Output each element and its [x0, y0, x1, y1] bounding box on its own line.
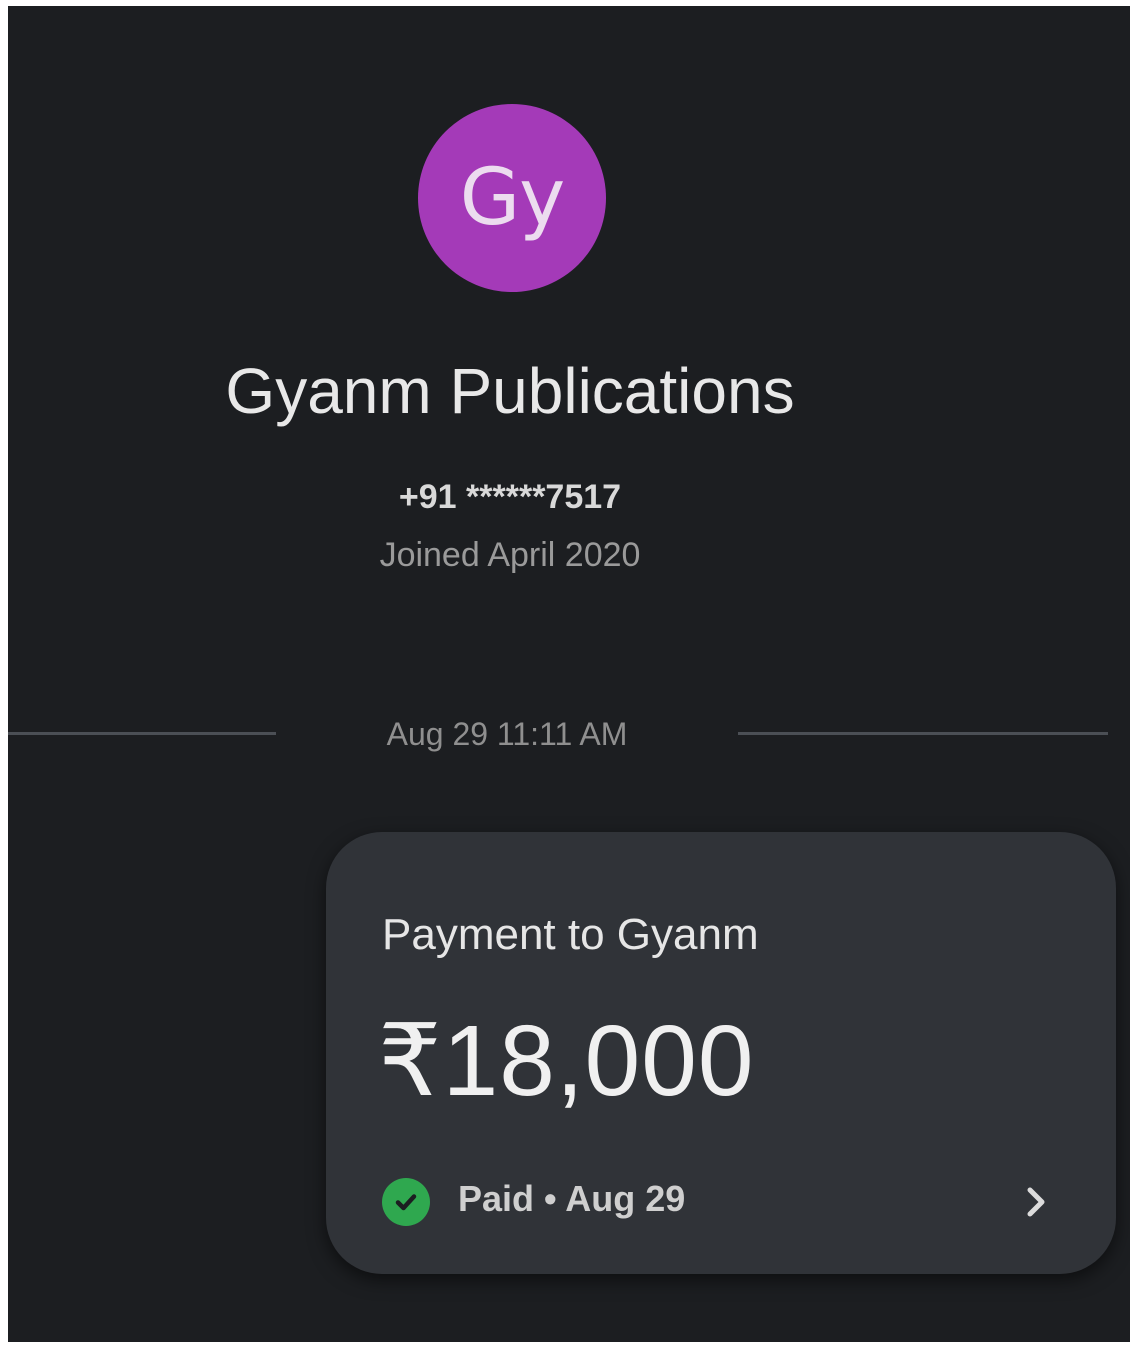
contact-phone: +91 ******7517	[398, 478, 622, 516]
divider-left	[8, 732, 276, 735]
contact-joined-date: Joined April 2020	[379, 536, 641, 574]
timeline-date-separator: Aug 29 11:11 AM	[386, 716, 628, 752]
payment-amount: ₹18,000	[378, 1005, 755, 1117]
chevron-right-icon[interactable]	[1016, 1178, 1056, 1226]
payment-title: Payment to Gyanm	[382, 910, 759, 959]
contact-name: Gyanm Publications	[225, 355, 795, 427]
contact-payment-screen: Gy Gyanm Publications +91 ******7517 Joi…	[8, 6, 1130, 1342]
check-mark-glyph	[395, 1194, 417, 1211]
contact-avatar: Gy	[418, 104, 606, 292]
check-circle-icon	[382, 1178, 430, 1226]
divider-right	[738, 732, 1108, 735]
payment-card[interactable]: Payment to Gyanm ₹18,000 Paid • Aug 29	[326, 832, 1116, 1274]
payment-status: Paid • Aug 29	[458, 1178, 686, 1219]
